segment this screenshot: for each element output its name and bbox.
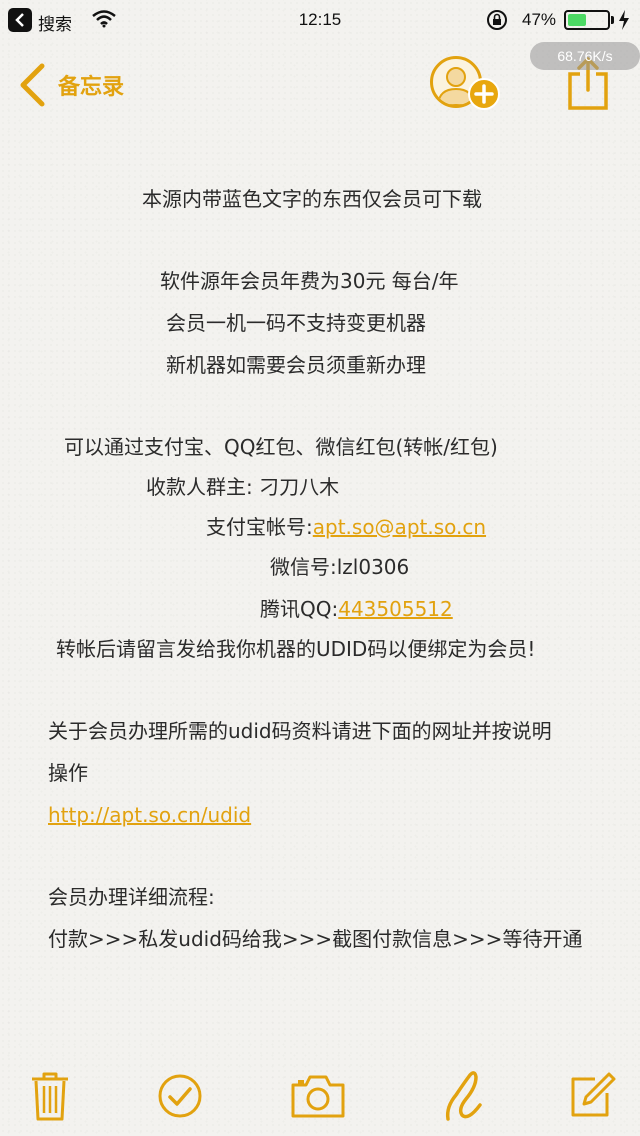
note-line: 可以通过支付宝、QQ红包、微信红包(转帐/红包) (64, 435, 498, 459)
note-line: 新机器如需要会员须重新办理 (166, 353, 426, 377)
trash-icon (32, 1072, 68, 1121)
squiggle-icon (445, 1071, 482, 1121)
udid-url-link[interactable]: http://apt.so.cn/udid (48, 802, 251, 828)
note-body[interactable]: 本源内带蓝色文字的东西仅会员可下载 软件源年会员年费为30元 每台/年 会员一机… (0, 0, 640, 1136)
note-line: 转帐后请留言发给我你机器的UDID码以便绑定为会员! (56, 637, 536, 661)
alipay-email-link[interactable]: apt.so@apt.so.cn (313, 515, 486, 539)
alipay-label: 支付宝帐号: (206, 515, 313, 539)
note-line: 操作 (48, 761, 88, 785)
camera-icon (291, 1075, 345, 1118)
note-line: 收款人群主: 刁刀八木 (146, 475, 340, 499)
compose-icon (571, 1072, 616, 1117)
wechat-id: lzl0306 (336, 555, 410, 579)
qq-line: 腾讯QQ:443505512 (260, 596, 453, 622)
camera-button[interactable] (290, 1068, 346, 1124)
compose-button[interactable] (564, 1068, 620, 1124)
delete-button[interactable] (22, 1068, 78, 1124)
wechat-line: 微信号:lzl0306 (270, 554, 409, 580)
checkmark-circle-icon (158, 1074, 202, 1118)
note-line: 付款>>>私发udid码给我>>>截图付款信息>>>等待开通 (48, 927, 583, 951)
alipay-line: 支付宝帐号:apt.so@apt.so.cn (206, 514, 486, 540)
note-line: 会员一机一码不支持变更机器 (166, 311, 426, 335)
checklist-button[interactable] (152, 1068, 208, 1124)
qq-label: 腾讯QQ: (260, 597, 339, 621)
note-line: 关于会员办理所需的udid码资料请进下面的网址并按说明 (48, 719, 552, 743)
note-line: 会员办理详细流程: (48, 885, 215, 909)
wechat-label: 微信号: (270, 555, 337, 579)
note-line: 本源内带蓝色文字的东西仅会员可下载 (142, 187, 482, 211)
qq-number-link[interactable]: 443505512 (338, 597, 453, 621)
sketch-button[interactable] (436, 1068, 492, 1124)
note-line: 软件源年会员年费为30元 每台/年 (160, 269, 459, 293)
bottom-toolbar (0, 1040, 640, 1136)
